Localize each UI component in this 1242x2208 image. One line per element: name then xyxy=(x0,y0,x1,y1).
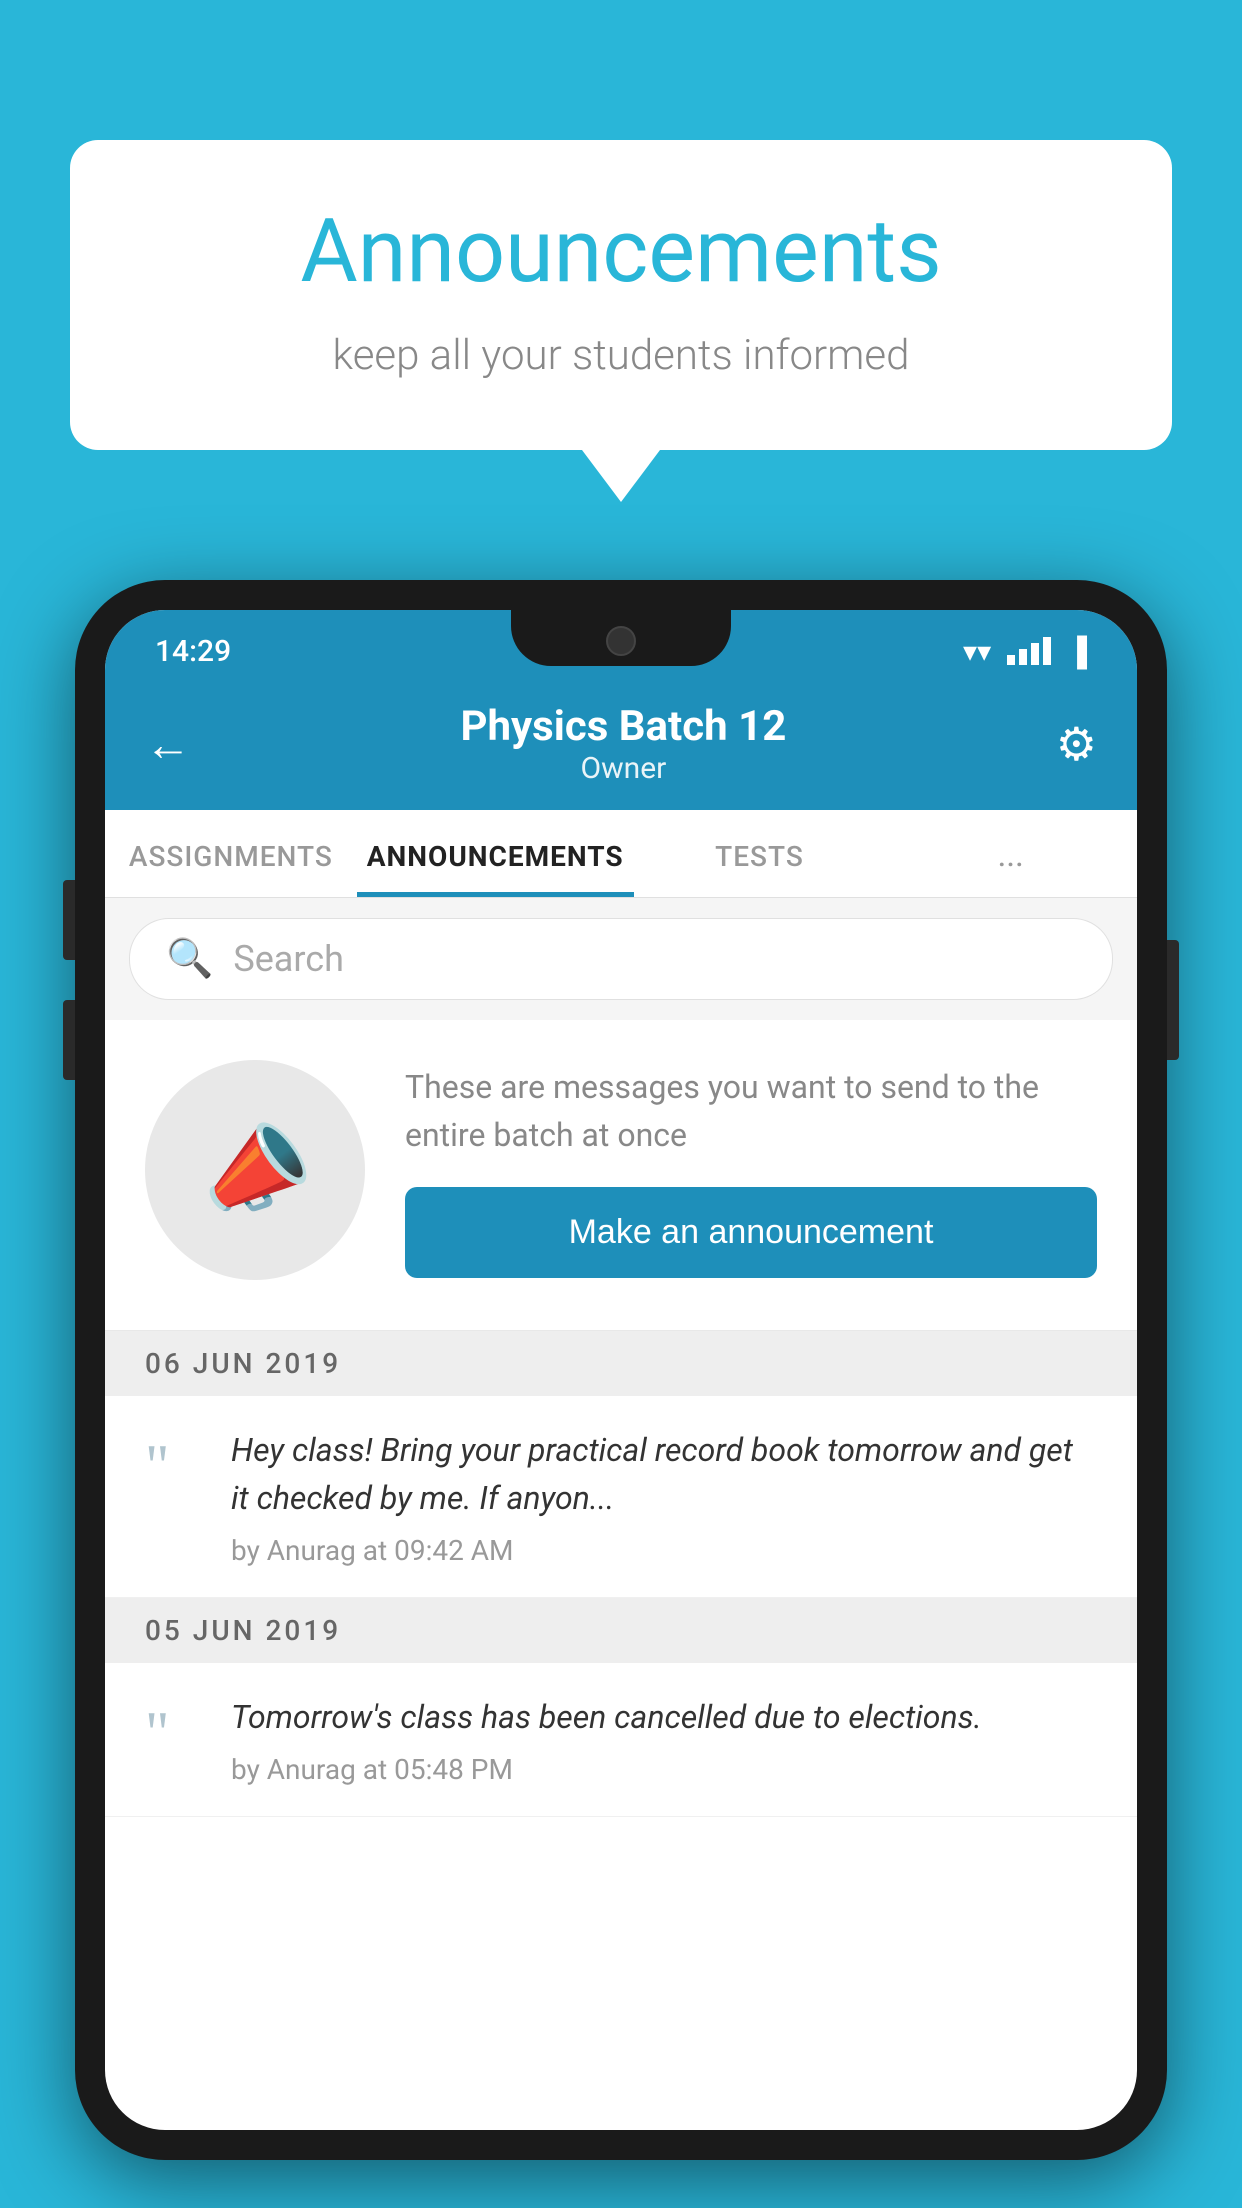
signal-bar-1 xyxy=(1007,655,1015,665)
status-icons: ▾▾ ▐ xyxy=(963,635,1087,668)
back-button[interactable]: ← xyxy=(145,717,191,772)
tab-more[interactable]: ... xyxy=(885,810,1137,897)
scroll-content: 📣 These are messages you want to send to… xyxy=(105,1020,1137,2130)
signal-bar-2 xyxy=(1019,649,1027,665)
quote-icon-2: " xyxy=(145,1703,195,1763)
search-icon: 🔍 xyxy=(166,937,213,981)
signal-bars xyxy=(1007,637,1051,665)
speech-bubble-container: Announcements keep all your students inf… xyxy=(70,140,1172,450)
date-separator-2: 05 JUN 2019 xyxy=(105,1598,1137,1663)
phone-container: 14:29 ▾▾ ▐ ← Physics Batch 12 xyxy=(75,580,1167,2208)
announcement-icon-circle: 📣 xyxy=(145,1060,365,1280)
announcement-meta-2: by Anurag at 05:48 PM xyxy=(231,1753,1097,1786)
speech-bubble: Announcements keep all your students inf… xyxy=(70,140,1172,450)
app-header: ← Physics Batch 12 Owner ⚙ xyxy=(105,682,1137,810)
tab-tests[interactable]: TESTS xyxy=(634,810,886,897)
announcement-content-2: Tomorrow's class has been cancelled due … xyxy=(231,1693,1097,1786)
date-separator-1: 06 JUN 2019 xyxy=(105,1331,1137,1396)
announcement-description: These are messages you want to send to t… xyxy=(405,1063,1097,1159)
announcement-text-2: Tomorrow's class has been cancelled due … xyxy=(231,1693,1097,1741)
status-time: 14:29 xyxy=(155,634,231,669)
bubble-subtitle: keep all your students informed xyxy=(150,331,1092,380)
search-bar[interactable]: 🔍 Search xyxy=(129,918,1113,1000)
announcement-right: These are messages you want to send to t… xyxy=(405,1063,1097,1278)
quote-icon-1: " xyxy=(145,1436,195,1496)
phone-btn-volume-up xyxy=(63,880,75,960)
signal-bar-4 xyxy=(1043,637,1051,665)
announcement-item-2[interactable]: " Tomorrow's class has been cancelled du… xyxy=(105,1663,1137,1817)
tabs-container: ASSIGNMENTS ANNOUNCEMENTS TESTS ... xyxy=(105,810,1137,898)
phone-screen: 14:29 ▾▾ ▐ ← Physics Batch 12 xyxy=(105,610,1137,2130)
signal-bar-3 xyxy=(1031,643,1039,665)
tab-assignments[interactable]: ASSIGNMENTS xyxy=(105,810,357,897)
phone-frame: 14:29 ▾▾ ▐ ← Physics Batch 12 xyxy=(75,580,1167,2160)
search-container: 🔍 Search xyxy=(105,898,1137,1020)
phone-notch xyxy=(511,610,731,666)
phone-btn-volume-down xyxy=(63,1000,75,1080)
megaphone-icon: 📣 xyxy=(187,1105,322,1235)
wifi-icon: ▾▾ xyxy=(963,635,991,668)
announcement-meta-1: by Anurag at 09:42 AM xyxy=(231,1534,1097,1567)
header-subtitle: Owner xyxy=(460,751,786,786)
bubble-title: Announcements xyxy=(150,200,1092,303)
make-announcement-button[interactable]: Make an announcement xyxy=(405,1187,1097,1278)
battery-icon: ▐ xyxy=(1067,635,1087,668)
announcement-text-1: Hey class! Bring your practical record b… xyxy=(231,1426,1097,1522)
search-input[interactable]: Search xyxy=(233,938,344,980)
header-title-area: Physics Batch 12 Owner xyxy=(460,702,786,786)
announcement-content-1: Hey class! Bring your practical record b… xyxy=(231,1426,1097,1567)
header-title: Physics Batch 12 xyxy=(460,702,786,751)
phone-camera xyxy=(606,626,636,656)
gear-icon[interactable]: ⚙ xyxy=(1056,717,1097,772)
announcement-prompt: 📣 These are messages you want to send to… xyxy=(105,1020,1137,1331)
tab-announcements[interactable]: ANNOUNCEMENTS xyxy=(357,810,634,897)
phone-btn-power xyxy=(1167,940,1179,1060)
announcement-item-1[interactable]: " Hey class! Bring your practical record… xyxy=(105,1396,1137,1598)
